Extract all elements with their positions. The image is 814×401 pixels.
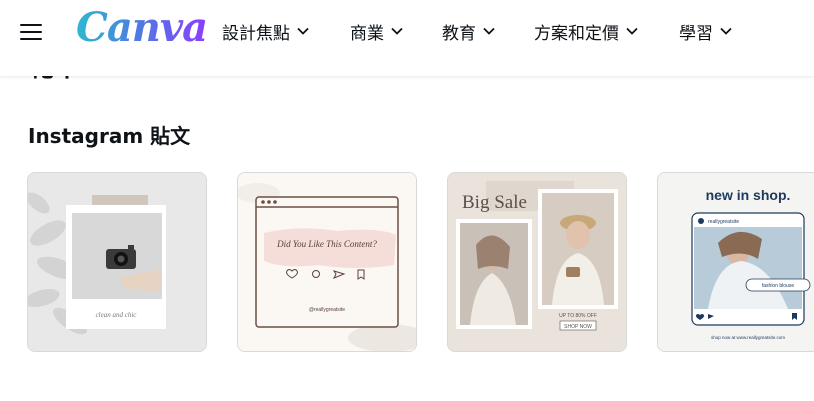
nav-item-plans-pricing[interactable]: 方案和定價 [534,18,679,44]
template-card-big-sale[interactable]: Big Sale UP TO 80% OFF SHOP NOW [447,172,627,352]
card-tag: fashion blouse [762,283,794,289]
nav-item-education[interactable]: 教育 [442,18,534,44]
nav-item-label: 學習 [679,23,713,44]
nav-item-design-spotlight[interactable]: 設計焦點 [222,18,350,44]
template-thumbnail: clean and chic [28,173,206,351]
template-thumbnail: new in shop. reallygreatsite fashion blo… [658,173,814,351]
top-navigation-bar: Canva 設計焦點 商業 教育 方案和定價 學習 [0,0,814,76]
template-thumbnail: Did You Like This Content? @reallygreats… [238,173,416,351]
card-footer: shop now at www.reallygreatsite.com [711,335,785,340]
template-thumbnail: Big Sale UP TO 80% OFF SHOP NOW [448,173,626,351]
template-card-new-in-shop[interactable]: new in shop. reallygreatsite fashion blo… [657,172,814,352]
card-handle: @reallygreatsite [309,307,345,313]
nav-item-label: 教育 [442,23,476,44]
main-nav: 設計焦點 商業 教育 方案和定價 學習 [222,18,749,44]
nav-item-business[interactable]: 商業 [350,18,442,44]
chevron-down-icon [391,27,403,35]
nav-item-label: 方案和定價 [534,23,619,44]
card-caption: clean and chic [96,311,138,319]
card-title: Big Sale [462,192,527,213]
nav-item-learn[interactable]: 學習 [679,18,749,44]
card-account: reallygreatsite [708,219,739,225]
template-card-clean-and-chic[interactable]: clean and chic [27,172,207,352]
instagram-post-heading: Instagram 貼文 [28,124,191,148]
chevron-down-icon [297,27,309,35]
card-title: Did You Like This Content? [276,239,377,249]
card-title: new in shop. [706,187,791,203]
chevron-down-icon [626,27,638,35]
hamburger-menu-icon[interactable] [20,22,42,42]
chevron-down-icon [720,27,732,35]
canva-logo[interactable]: Canva [76,2,208,54]
card-offer: UP TO 80% OFF [559,313,597,319]
template-card-did-you-like[interactable]: Did You Like This Content? @reallygreats… [237,172,417,352]
card-cta: SHOP NOW [564,324,592,330]
nav-item-label: 設計焦點 [222,23,290,44]
chevron-down-icon [483,27,495,35]
nav-item-label: 商業 [350,23,384,44]
